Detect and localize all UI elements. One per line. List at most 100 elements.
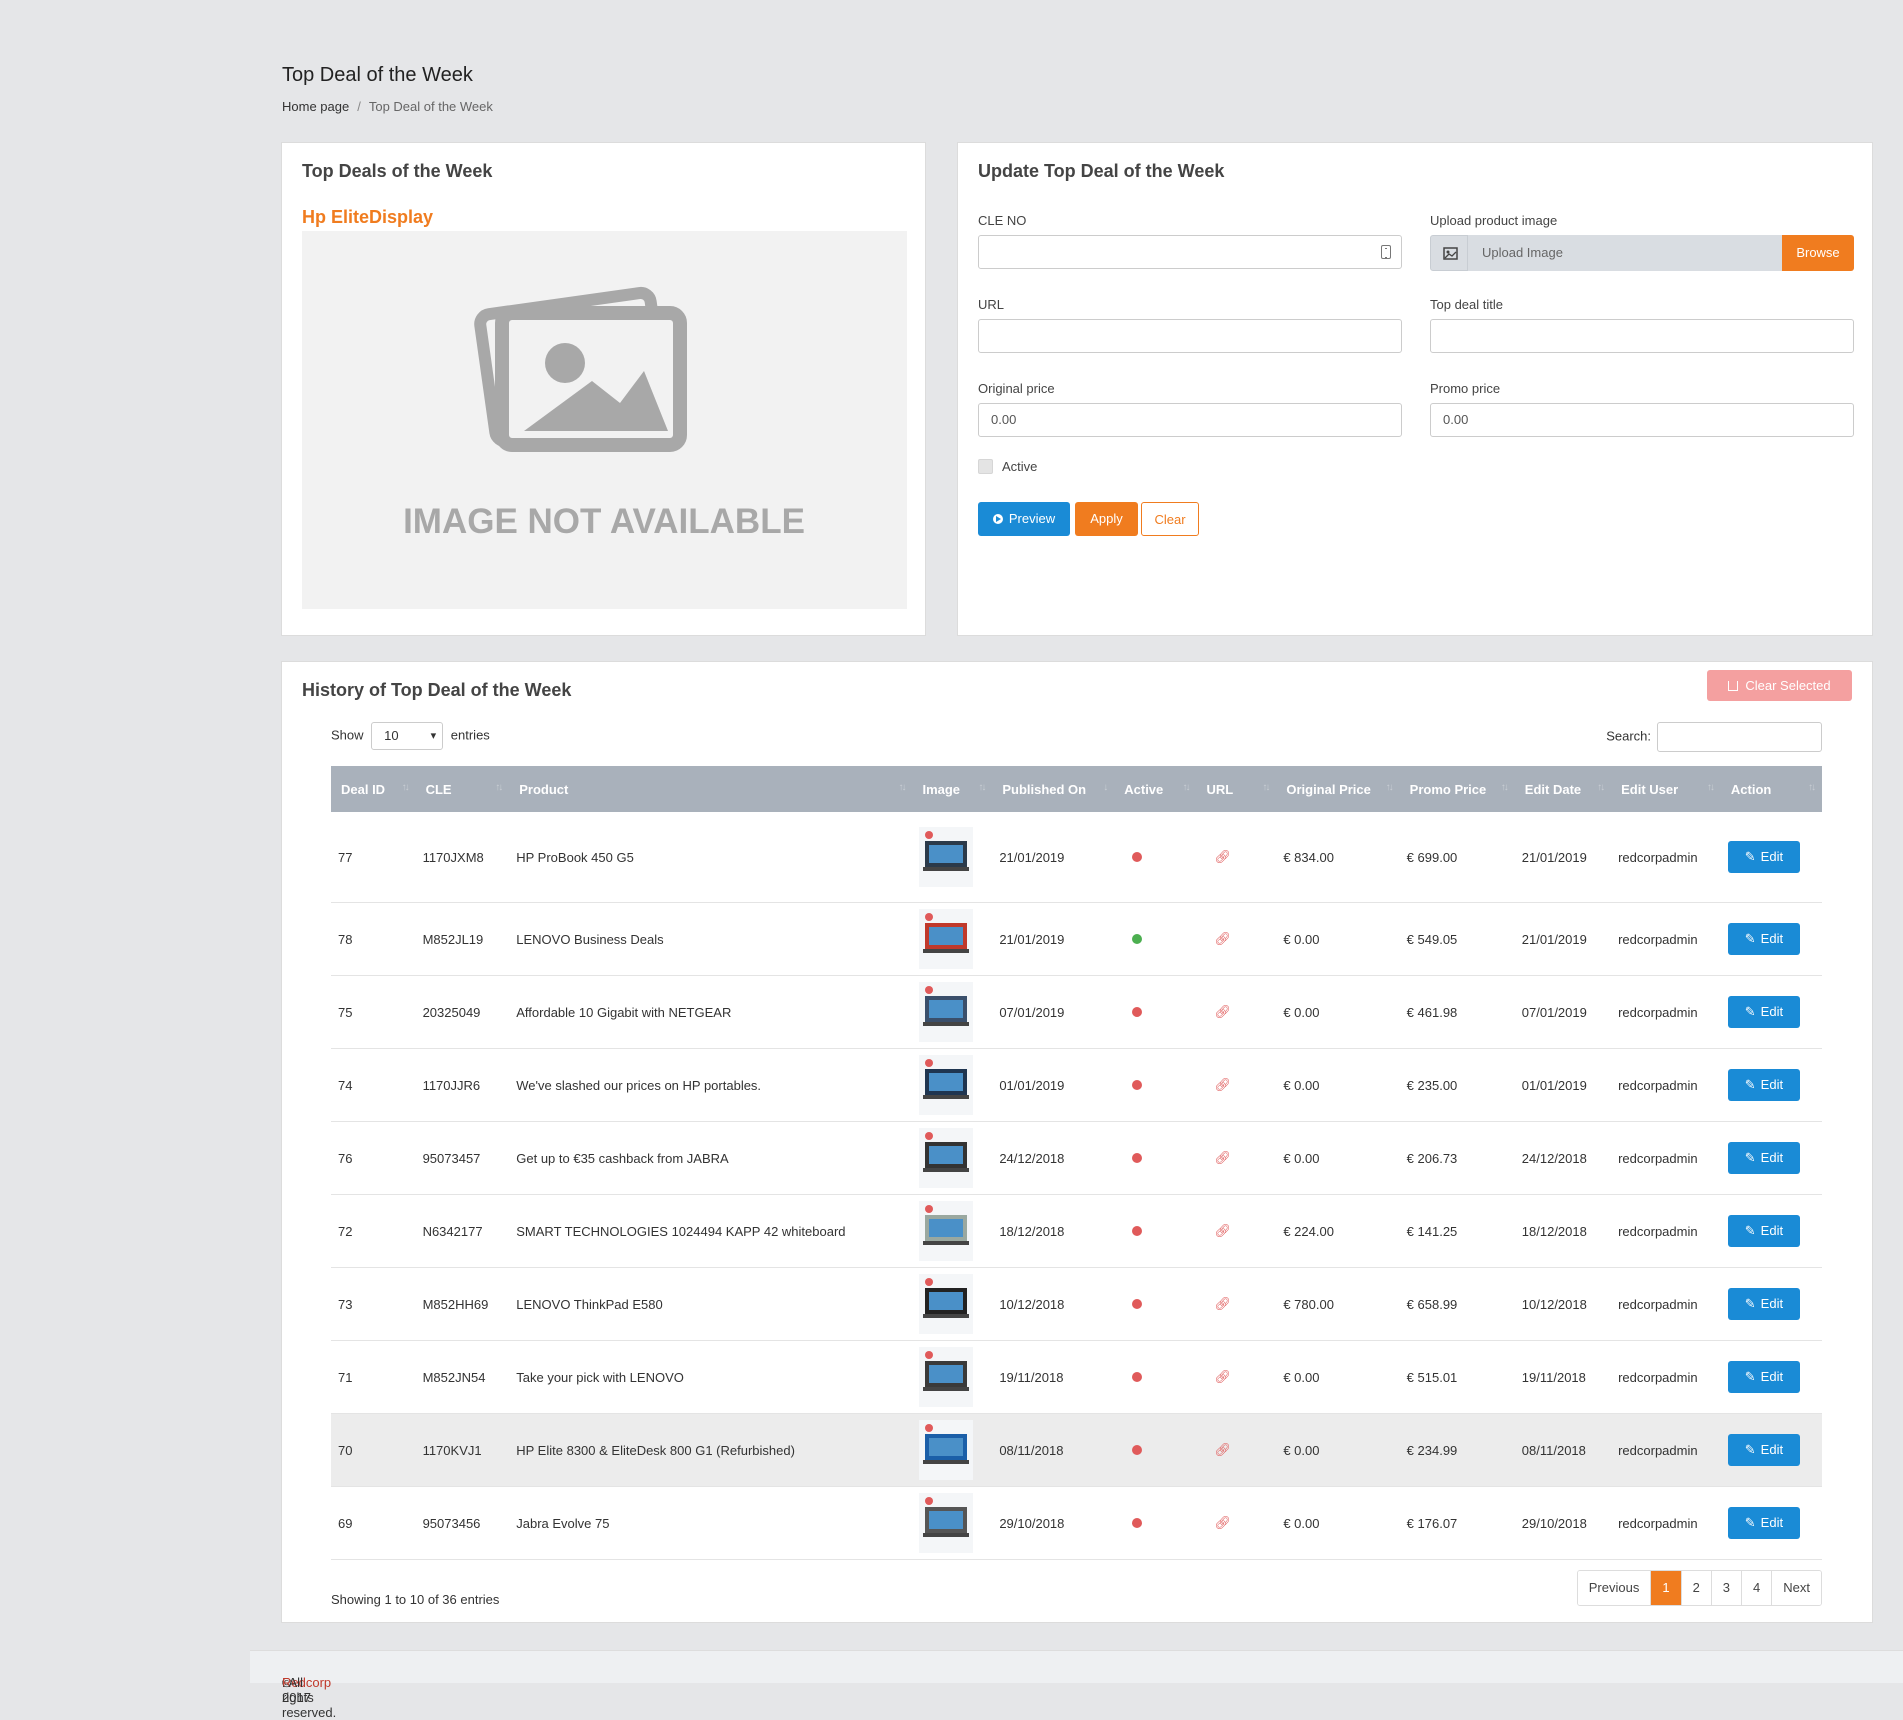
edit-button[interactable]: ✎ Edit (1727, 1288, 1800, 1320)
footer: © 2017 Redcorp. All rights reserved. (250, 1650, 1903, 1720)
edit-button[interactable]: ✎ Edit (1727, 1215, 1800, 1247)
deal-title-input[interactable] (1430, 319, 1854, 353)
edit-button[interactable]: ✎ Edit (1727, 841, 1800, 873)
cell-image (912, 902, 993, 976)
link-icon[interactable]: 🔗︎ (1214, 1077, 1231, 1092)
col-deal-id[interactable]: Deal ID ↑↓ (331, 766, 416, 812)
cell-promo-price: € 549.05 (1399, 902, 1515, 976)
edit-button[interactable]: ✎ Edit (1727, 1507, 1800, 1539)
pencil-icon: ✎ (1744, 849, 1756, 864)
inactive-status-dot (1132, 1444, 1143, 1455)
original-price-input[interactable]: 0.00 (978, 403, 1402, 437)
cell-active (1114, 1121, 1197, 1195)
cell-published-on: 21/01/2019 (992, 812, 1115, 903)
col-promo-price[interactable]: Promo Price ↑↓ (1399, 766, 1515, 812)
cell-original-price: € 0.00 (1276, 1340, 1400, 1414)
inactive-status-dot (1132, 1152, 1143, 1163)
upload-image-field[interactable]: Upload Image (1468, 235, 1782, 271)
edit-button-label: Edit (1760, 849, 1784, 864)
product-thumbnail[interactable] (919, 1055, 974, 1115)
col-action[interactable]: Action ↑↓ (1720, 766, 1822, 812)
cell-edit-date: 19/11/2018 (1514, 1340, 1612, 1414)
product-thumbnail[interactable] (919, 1347, 974, 1407)
pencil-icon: ✎ (1744, 1442, 1756, 1457)
active-checkbox[interactable] (978, 459, 993, 474)
clear-selected-button[interactable]: Clear Selected (1707, 670, 1852, 701)
promo-price-input[interactable]: 0.00 (1430, 403, 1854, 437)
col-cle[interactable]: CLE ↑↓ (415, 766, 510, 812)
apply-button[interactable]: Apply (1075, 502, 1138, 536)
product-thumbnail[interactable] (919, 982, 974, 1042)
edit-button[interactable]: ✎ Edit (1727, 1361, 1800, 1393)
cell-action: ✎ Edit (1720, 975, 1822, 1049)
pagination-previous[interactable]: Previous (1577, 1571, 1652, 1605)
edit-button-label: Edit (1760, 1223, 1784, 1238)
product-thumbnail[interactable] (919, 1128, 974, 1188)
col-edit-user[interactable]: Edit User ↑↓ (1611, 766, 1721, 812)
cell-published-on: 08/11/2018 (992, 1413, 1115, 1487)
pagination-page-3[interactable]: 3 (1711, 1571, 1743, 1605)
url-input[interactable] (978, 319, 1402, 353)
product-thumbnail[interactable] (919, 1274, 974, 1334)
col-url[interactable]: URL ↑↓ (1196, 766, 1277, 812)
search-input[interactable] (1657, 722, 1822, 752)
clear-button[interactable]: Clear (1141, 502, 1199, 536)
edit-button-label: Edit (1760, 1296, 1784, 1311)
product-thumbnail[interactable] (919, 1420, 974, 1480)
cell-active (1114, 1267, 1197, 1341)
link-icon[interactable]: 🔗︎ (1214, 1442, 1231, 1457)
edit-button[interactable]: ✎ Edit (1727, 923, 1800, 955)
cell-promo-price: € 141.25 (1399, 1194, 1515, 1268)
cell-cle: N6342177 (415, 1194, 510, 1268)
link-icon[interactable]: 🔗︎ (1214, 1369, 1231, 1384)
table-row: 69 95073456 Jabra Evolve 75 29/10/2018 🔗︎ € 0… (331, 1486, 1822, 1560)
edit-button[interactable]: ✎ Edit (1727, 1434, 1800, 1466)
link-icon[interactable]: 🔗︎ (1214, 1296, 1231, 1311)
product-thumbnail[interactable] (919, 909, 974, 969)
table-header-row: Deal ID ↑↓ CLE ↑↓ Product ↑↓ Image ↑↓ Publis… (331, 766, 1822, 812)
link-icon[interactable]: 🔗︎ (1214, 1004, 1231, 1019)
link-icon[interactable]: 🔗︎ (1214, 1223, 1231, 1238)
link-icon[interactable]: 🔗︎ (1214, 1150, 1231, 1165)
cell-edit-date: 01/01/2019 (1514, 1048, 1612, 1122)
breadcrumb-home[interactable]: Home page (282, 99, 349, 114)
edit-button[interactable]: ✎ Edit (1727, 1069, 1800, 1101)
preview-button[interactable]: Preview (978, 502, 1070, 536)
cell-product: LENOVO Business Deals (509, 902, 913, 976)
col-image[interactable]: Image ↑↓ (912, 766, 993, 812)
cell-deal-id: 74 (331, 1048, 416, 1122)
col-edit-date[interactable]: Edit Date ↑↓ (1514, 766, 1612, 812)
number-spinner-icon[interactable] (1381, 245, 1391, 259)
cell-active (1114, 975, 1197, 1049)
pagination-next[interactable]: Next (1772, 1571, 1821, 1605)
cle-no-input[interactable] (978, 235, 1402, 269)
edit-button[interactable]: ✎ Edit (1727, 1142, 1800, 1174)
pencil-icon: ✎ (1744, 1515, 1756, 1530)
cell-action: ✎ Edit (1720, 1267, 1822, 1341)
image-icon (1430, 235, 1468, 271)
edit-button[interactable]: ✎ Edit (1727, 996, 1800, 1028)
link-icon[interactable]: 🔗︎ (1214, 931, 1231, 946)
product-thumbnail[interactable] (919, 827, 974, 887)
col-product[interactable]: Product ↑↓ (509, 766, 913, 812)
product-thumbnail[interactable] (919, 1201, 974, 1261)
pagination-page-2[interactable]: 2 (1681, 1571, 1712, 1605)
col-published-on[interactable]: Published On ↓ (992, 766, 1115, 812)
trash-icon (1728, 681, 1739, 691)
cell-product: Take your pick with LENOVO (509, 1340, 913, 1414)
pagination-page-1[interactable]: 1 (1651, 1571, 1682, 1605)
update-form-card: Update Top Deal of the Week CLE NO Uploa… (957, 142, 1873, 636)
product-thumbnail[interactable] (919, 1493, 974, 1553)
link-icon[interactable]: 🔗︎ (1214, 1515, 1231, 1530)
cell-edit-user: redcorpadmin (1611, 1486, 1721, 1560)
browse-button[interactable]: Browse (1782, 235, 1854, 271)
pagination-page-4[interactable]: 4 (1742, 1571, 1773, 1605)
link-icon[interactable]: 🔗︎ (1214, 849, 1231, 864)
col-original-price[interactable]: Original Price ↑↓ (1276, 766, 1400, 812)
cell-product: HP ProBook 450 G5 (509, 812, 913, 903)
cell-promo-price: € 699.00 (1399, 812, 1515, 903)
upload-image-group[interactable]: Upload Image Browse (1430, 235, 1854, 271)
entries-select[interactable]: 10 (371, 722, 444, 750)
url-label: URL (978, 297, 1005, 312)
col-active[interactable]: Active ↑↓ (1114, 766, 1197, 812)
